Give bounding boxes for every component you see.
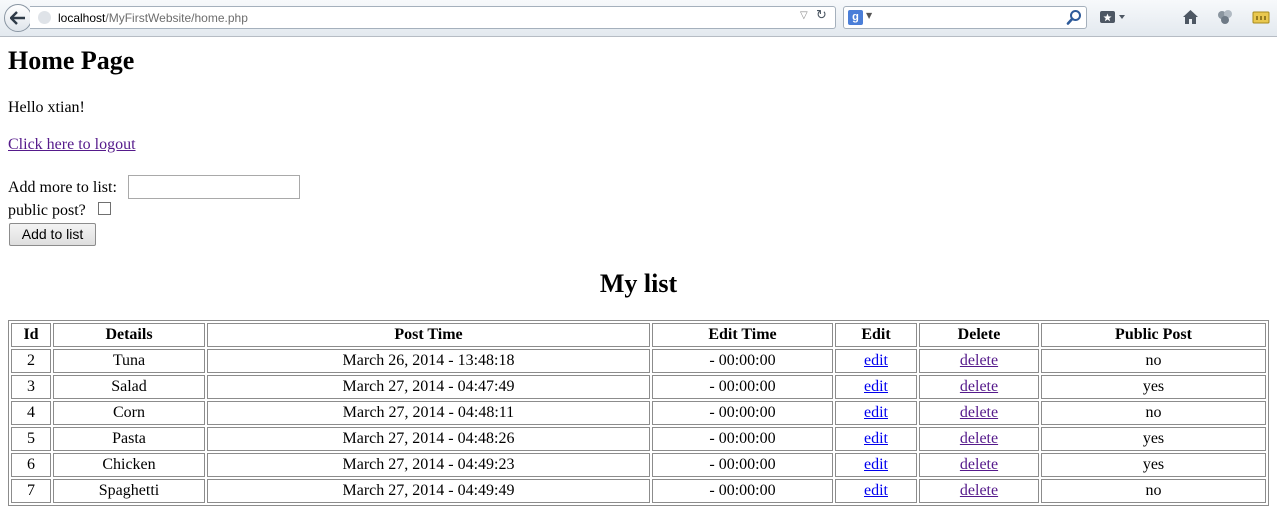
cell-delete: delete	[919, 375, 1039, 399]
back-button[interactable]	[4, 4, 32, 32]
cell-edit: edit	[835, 375, 917, 399]
edit-link[interactable]: edit	[864, 430, 888, 447]
cell-delete: delete	[919, 401, 1039, 425]
url-path: /MyFirstWebsite/home.php	[105, 11, 248, 25]
cell-post-time: March 27, 2014 - 04:49:23	[207, 453, 650, 477]
cell-public-post: no	[1041, 401, 1266, 425]
cell-edit: edit	[835, 479, 917, 503]
cell-edit-time: - 00:00:00	[652, 453, 833, 477]
cell-id: 2	[11, 349, 51, 373]
add-to-list-label: Add more to list:	[8, 179, 117, 196]
cell-edit-time: - 00:00:00	[652, 479, 833, 503]
edit-link[interactable]: edit	[864, 482, 888, 499]
cell-delete: delete	[919, 427, 1039, 451]
cell-post-time: March 27, 2014 - 04:49:49	[207, 479, 650, 503]
cell-public-post: yes	[1041, 453, 1266, 477]
cell-edit: edit	[835, 427, 917, 451]
cell-delete: delete	[919, 349, 1039, 373]
column-header-id: Id	[11, 323, 51, 347]
delete-link[interactable]: delete	[960, 430, 998, 447]
table-row: 2 Tuna March 26, 2014 - 13:48:18 - 00:00…	[11, 349, 1266, 373]
url-text[interactable]: localhost/MyFirstWebsite/home.php	[58, 10, 248, 26]
public-post-checkbox[interactable]	[98, 202, 111, 215]
reload-icon[interactable]: ↻	[816, 8, 827, 23]
public-post-label: public post?	[8, 202, 86, 219]
delete-link[interactable]: delete	[960, 352, 998, 369]
table-row: 5 Pasta March 27, 2014 - 04:48:26 - 00:0…	[11, 427, 1266, 451]
cell-post-time: March 27, 2014 - 04:47:49	[207, 375, 650, 399]
column-header-details: Details	[53, 323, 205, 347]
addons-icon[interactable]	[1217, 9, 1234, 25]
cell-id: 4	[11, 401, 51, 425]
site-identity-icon[interactable]	[38, 11, 51, 24]
delete-link[interactable]: delete	[960, 456, 998, 473]
cell-post-time: March 26, 2014 - 13:48:18	[207, 349, 650, 373]
add-to-list-button[interactable]: Add to list	[9, 223, 96, 246]
home-icon[interactable]	[1182, 9, 1199, 25]
table-header-row: Id Details Post Time Edit Time Edit Dele…	[11, 323, 1266, 347]
delete-link[interactable]: delete	[960, 404, 998, 421]
page-title: Home Page	[8, 46, 135, 75]
cell-public-post: no	[1041, 479, 1266, 503]
cell-delete: delete	[919, 479, 1039, 503]
cell-edit-time: - 00:00:00	[652, 401, 833, 425]
google-icon[interactable]: g	[848, 10, 863, 25]
browser-toolbar: localhost/MyFirstWebsite/home.php ▽ ↻ g …	[0, 0, 1277, 37]
my-list-table: Id Details Post Time Edit Time Edit Dele…	[8, 320, 1269, 506]
cell-details: Pasta	[53, 427, 205, 451]
cell-edit-time: - 00:00:00	[652, 375, 833, 399]
cell-details: Salad	[53, 375, 205, 399]
edit-link[interactable]: edit	[864, 352, 888, 369]
cell-details: Spaghetti	[53, 479, 205, 503]
url-host: localhost	[58, 11, 106, 25]
edit-link[interactable]: edit	[864, 378, 888, 395]
add-to-list-input[interactable]	[128, 175, 300, 199]
edit-link[interactable]: edit	[864, 456, 888, 473]
address-bar[interactable]: localhost/MyFirstWebsite/home.php ▽ ↻	[30, 6, 836, 29]
cell-details: Chicken	[53, 453, 205, 477]
column-header-edit: Edit	[835, 323, 917, 347]
search-engine-dropdown-icon[interactable]: ▼	[866, 11, 872, 20]
cell-edit-time: - 00:00:00	[652, 349, 833, 373]
cell-id: 3	[11, 375, 51, 399]
table-row: 3 Salad March 27, 2014 - 04:47:49 - 00:0…	[11, 375, 1266, 399]
cell-delete: delete	[919, 453, 1039, 477]
search-icon[interactable]	[1066, 9, 1082, 26]
cell-id: 6	[11, 453, 51, 477]
cell-edit: edit	[835, 349, 917, 373]
cell-edit: edit	[835, 453, 917, 477]
dropdown-arrow-icon[interactable]: ▽	[800, 10, 808, 21]
greeting-text: Hello xtian!	[8, 99, 85, 116]
column-header-delete: Delete	[919, 323, 1039, 347]
list-title: My list	[599, 269, 678, 298]
column-header-edit-time: Edit Time	[652, 323, 833, 347]
cell-public-post: yes	[1041, 375, 1266, 399]
back-arrow-icon	[10, 11, 25, 25]
search-bar[interactable]: g ▼	[843, 6, 1087, 29]
column-header-post-time: Post Time	[207, 323, 650, 347]
table-row: 4 Corn March 27, 2014 - 04:48:11 - 00:00…	[11, 401, 1266, 425]
bookmarks-icon[interactable]	[1099, 9, 1129, 25]
delete-link[interactable]: delete	[960, 482, 998, 499]
cell-public-post: yes	[1041, 427, 1266, 451]
cell-edit-time: - 00:00:00	[652, 427, 833, 451]
column-header-public-post: Public Post	[1041, 323, 1266, 347]
logout-link[interactable]: Click here to logout	[8, 135, 136, 154]
cell-details: Corn	[53, 401, 205, 425]
cell-id: 5	[11, 427, 51, 451]
table-row: 6 Chicken March 27, 2014 - 04:49:23 - 00…	[11, 453, 1266, 477]
notification-icon[interactable]	[1252, 9, 1270, 25]
cell-public-post: no	[1041, 349, 1266, 373]
delete-link[interactable]: delete	[960, 378, 998, 395]
cell-post-time: March 27, 2014 - 04:48:26	[207, 427, 650, 451]
table-row: 7 Spaghetti March 27, 2014 - 04:49:49 - …	[11, 479, 1266, 503]
cell-post-time: March 27, 2014 - 04:48:11	[207, 401, 650, 425]
edit-link[interactable]: edit	[864, 404, 888, 421]
cell-edit: edit	[835, 401, 917, 425]
cell-details: Tuna	[53, 349, 205, 373]
cell-id: 7	[11, 479, 51, 503]
